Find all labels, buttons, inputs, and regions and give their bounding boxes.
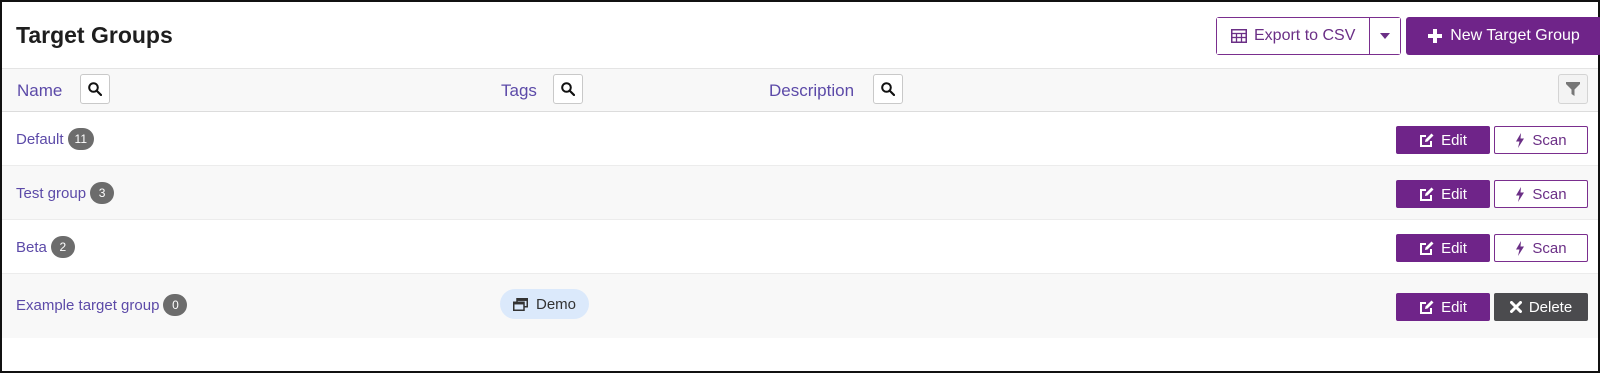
search-icon	[561, 82, 575, 96]
column-header-name[interactable]: Name	[17, 81, 62, 101]
row-name: Beta 2	[16, 236, 75, 258]
caret-down-icon	[1380, 33, 1391, 39]
table-row: Beta 2 Edit Scan	[2, 220, 1598, 274]
edit-icon	[1419, 300, 1434, 315]
tags-search-button[interactable]	[553, 74, 583, 104]
target-groups-panel: Target Groups Export to CSV New Target G…	[0, 0, 1600, 373]
filter-button[interactable]	[1558, 74, 1588, 104]
target-group-link[interactable]: Example target group	[16, 297, 159, 314]
search-icon	[88, 82, 102, 96]
target-group-link[interactable]: Test group	[16, 185, 86, 202]
page-title: Target Groups	[16, 22, 173, 48]
edit-button[interactable]: Edit	[1396, 293, 1490, 321]
page-header: Target Groups Export to CSV New Target G…	[2, 2, 1600, 68]
scan-button[interactable]: Scan	[1494, 180, 1588, 208]
new-target-group-label: New Target Group	[1450, 27, 1580, 44]
description-search-button[interactable]	[873, 74, 903, 104]
name-search-button[interactable]	[80, 74, 110, 104]
plus-icon	[1428, 29, 1443, 43]
edit-button[interactable]: Edit	[1396, 180, 1490, 208]
export-button-group: Export to CSV	[1216, 17, 1402, 55]
export-dropdown-toggle[interactable]	[1370, 18, 1401, 54]
filter-icon	[1566, 82, 1580, 96]
new-target-group-button[interactable]: New Target Group	[1406, 17, 1600, 55]
search-icon	[881, 82, 895, 96]
bolt-icon	[1515, 240, 1525, 256]
edit-button[interactable]: Edit	[1396, 234, 1490, 262]
scan-label: Scan	[1532, 239, 1567, 257]
edit-label: Edit	[1441, 185, 1467, 203]
delete-button[interactable]: Delete	[1494, 293, 1588, 321]
table-row: Example target group 0 Demo Edit Delete	[2, 274, 1598, 338]
row-name: Example target group 0	[16, 294, 188, 316]
count-badge: 0	[163, 294, 188, 316]
table-row: Default 11 Edit Scan	[2, 112, 1598, 166]
scan-button[interactable]: Scan	[1494, 126, 1588, 154]
edit-button[interactable]: Edit	[1396, 126, 1490, 154]
export-csv-label: Export to CSV	[1254, 27, 1356, 44]
edit-icon	[1419, 133, 1434, 148]
bolt-icon	[1515, 186, 1525, 202]
table-header: Name Tags Description	[2, 68, 1598, 112]
window-restore-icon	[513, 297, 528, 311]
table-row: Test group 3 Edit Scan	[2, 166, 1598, 220]
edit-icon	[1419, 187, 1434, 202]
edit-icon	[1419, 241, 1434, 256]
count-badge: 3	[90, 182, 115, 204]
tag-label: Demo	[536, 295, 577, 313]
column-header-description[interactable]: Description	[769, 81, 854, 101]
row-name: Default 11	[16, 128, 94, 150]
scan-label: Scan	[1532, 185, 1567, 203]
column-header-tags[interactable]: Tags	[501, 81, 537, 101]
count-badge: 2	[50, 236, 75, 258]
table-icon	[1231, 29, 1247, 43]
scan-button[interactable]: Scan	[1494, 234, 1588, 262]
target-group-link[interactable]: Beta	[16, 239, 47, 256]
tag-chip[interactable]: Demo	[500, 289, 590, 319]
scan-label: Scan	[1532, 131, 1567, 149]
count-badge: 11	[67, 128, 94, 150]
export-csv-button[interactable]: Export to CSV	[1217, 18, 1371, 54]
delete-label: Delete	[1528, 298, 1573, 316]
edit-label: Edit	[1441, 239, 1467, 257]
x-icon	[1509, 301, 1522, 313]
row-name: Test group 3	[16, 182, 115, 204]
edit-label: Edit	[1441, 131, 1467, 149]
target-group-link[interactable]: Default	[16, 131, 64, 148]
bolt-icon	[1515, 132, 1525, 148]
edit-label: Edit	[1441, 298, 1467, 316]
